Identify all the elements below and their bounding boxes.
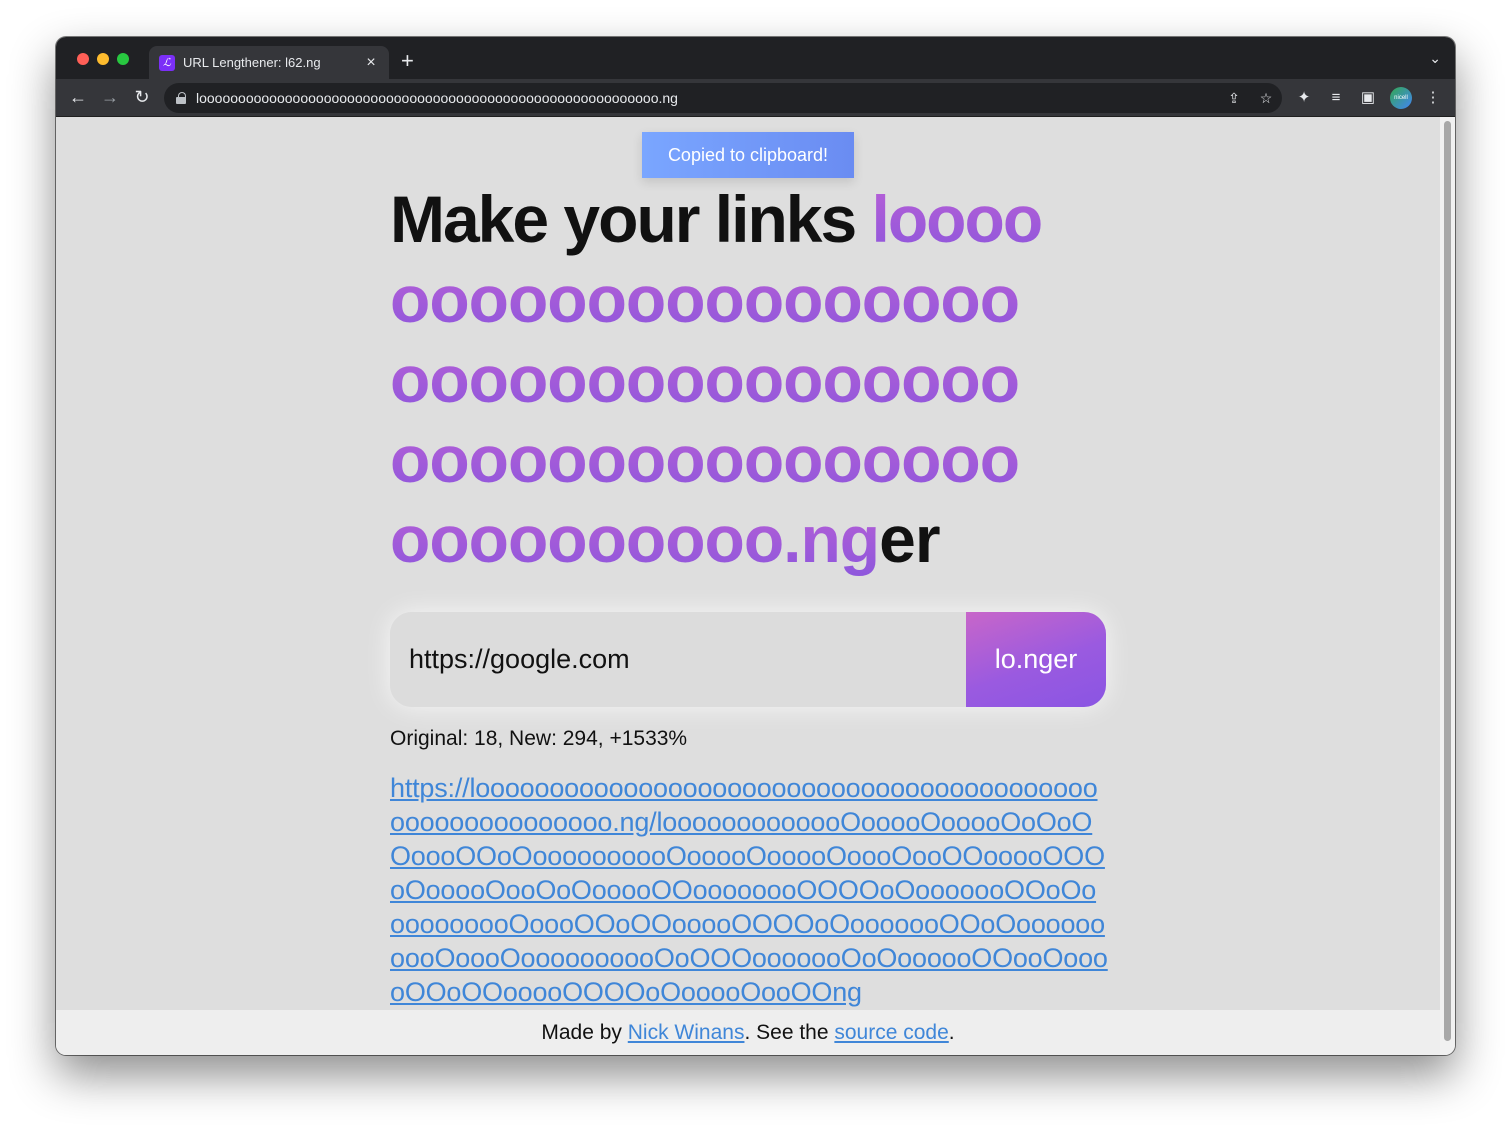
address-bar[interactable]: looooooooooooooooooooooooooooooooooooooo… [164,83,1282,113]
page-viewport: Copied to clipboard! Make your links loo… [56,117,1440,1055]
author-link[interactable]: Nick Winans [628,1021,745,1045]
headline-line-5: oooooooooo.nger [390,499,1110,579]
forward-arrow-icon[interactable]: → [99,87,121,107]
footer-middle: . See the [744,1020,829,1044]
footer-suffix: . [948,1020,955,1044]
copied-toast: Copied to clipboard! [642,132,854,178]
headline-line-2: oooooooooooooooo [390,259,1110,339]
headline-text: er [879,502,940,576]
headline-line-4: oooooooooooooooo [390,419,1110,499]
headline-accent: oooooooooo.ng [390,502,880,576]
close-tab-icon[interactable]: × [363,54,379,72]
close-window-button[interactable] [77,53,89,65]
scrollbar-thumb[interactable] [1444,121,1451,1041]
url-input[interactable] [390,612,966,707]
minimize-window-button[interactable] [97,53,109,65]
maximize-window-button[interactable] [117,53,129,65]
side-panel-icon[interactable]: ▣ [1358,88,1378,108]
browser-toolbar: ← → ↻ looooooooooooooooooooooooooooooooo… [56,79,1455,117]
footer-prefix: Made by [541,1020,622,1044]
page-footer: Made by Nick Winans. See the source code… [56,1010,1440,1055]
reload-icon[interactable]: ↻ [131,87,153,107]
browser-window: ℒ URL Lengthener: l62.ng × + ⌄ ← → ↻ loo… [56,37,1455,1055]
page-title: Make your links loooo oooooooooooooooo o… [390,179,1110,579]
headline-accent: loooo [871,182,1044,256]
title-bar: ℒ URL Lengthener: l62.ng × + ⌄ [56,37,1455,79]
headline-text: Make your links [390,182,872,256]
length-stats: Original: 18, New: 294, +1533% [390,727,688,750]
headline-line-1: Make your links loooo [390,179,1110,259]
new-tab-icon[interactable]: + [401,50,414,72]
address-bar-url[interactable]: looooooooooooooooooooooooooooooooooooooo… [196,90,1218,106]
tab-active[interactable]: ℒ URL Lengthener: l62.ng × [149,46,389,79]
scrollbar[interactable] [1440,117,1455,1055]
extensions-puzzle-icon[interactable]: ✦ [1294,88,1314,108]
tab-title: URL Lengthener: l62.ng [183,55,321,70]
profile-avatar[interactable]: nicell [1390,87,1412,109]
kebab-menu-icon[interactable]: ⋮ [1423,88,1443,108]
lengthen-button[interactable]: lo.nger [966,612,1106,707]
headline-line-3: oooooooooooooooo [390,339,1110,419]
lengthen-form: lo.nger [390,612,1106,707]
headline-accent: oooooooooooooooo [390,262,1020,336]
chevron-down-icon[interactable]: ⌄ [1429,50,1441,67]
bookmark-star-icon[interactable]: ☆ [1250,90,1282,107]
share-icon[interactable]: ⇪ [1218,90,1250,107]
headline-accent: oooooooooooooooo [390,422,1020,496]
media-playlist-icon[interactable]: ≡ [1326,88,1346,108]
favicon-icon: ℒ [159,54,175,71]
source-code-link[interactable]: source code [834,1021,948,1045]
back-arrow-icon[interactable]: ← [67,87,89,107]
headline-accent: oooooooooooooooo [390,342,1020,416]
lock-icon[interactable] [176,92,186,104]
lengthened-url-link[interactable]: https://looooooooooooooooooooooooooooooo… [390,771,1110,1009]
